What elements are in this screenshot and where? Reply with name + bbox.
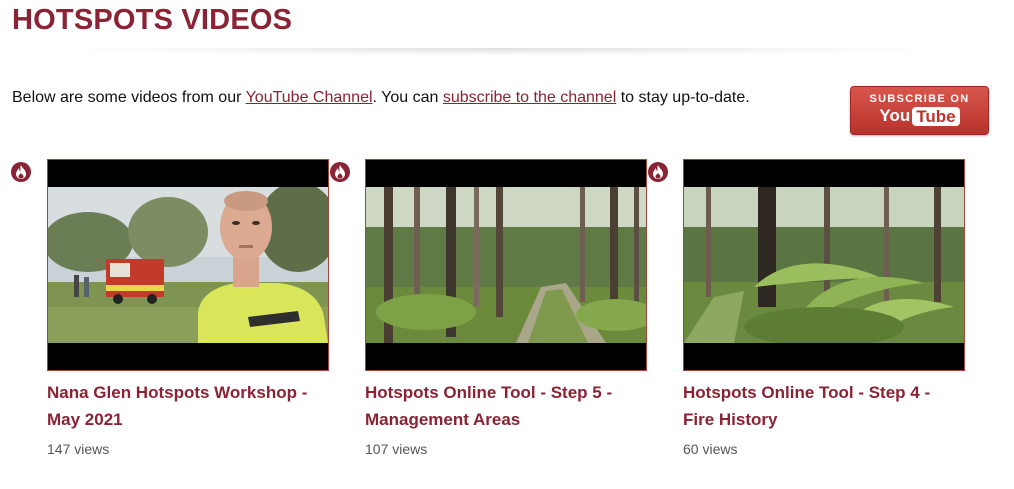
video-title[interactable]: Hotspots Online Tool - Step 5 - Manageme…	[365, 379, 647, 433]
intro-text-middle: . You can	[372, 89, 443, 106]
view-count: 107 views	[365, 441, 428, 457]
flame-icon	[11, 162, 31, 182]
flame-icon	[648, 162, 668, 182]
video-card: Nana Glen Hotspots Workshop - May 2021 1…	[47, 159, 329, 457]
youtube-logo: You Tube	[879, 106, 960, 126]
subscribe-button-label: SUBSCRIBE ON	[869, 93, 970, 105]
subscribe-on-youtube-button[interactable]: SUBSCRIBE ON You Tube	[850, 86, 989, 135]
intro-text-before: Below are some videos from our	[12, 89, 246, 106]
video-card: Hotspots Online Tool - Step 5 - Manageme…	[365, 159, 647, 457]
thumbnail-image	[684, 187, 964, 343]
youtube-channel-link[interactable]: YouTube Channel	[246, 89, 373, 106]
video-card: Hotspots Online Tool - Step 4 - Fire His…	[683, 159, 965, 457]
page-title: HOTSPOTS VIDEOS	[12, 4, 293, 36]
view-count: 60 views	[683, 441, 738, 457]
video-thumbnail[interactable]	[683, 159, 965, 371]
subscribe-link[interactable]: subscribe to the channel	[443, 89, 616, 106]
youtube-logo-tube: Tube	[912, 106, 960, 126]
view-count: 147 views	[47, 441, 110, 457]
video-title[interactable]: Nana Glen Hotspots Workshop - May 2021	[47, 379, 329, 433]
video-title[interactable]: Hotspots Online Tool - Step 4 - Fire His…	[683, 379, 965, 433]
thumbnail-image	[48, 187, 328, 343]
thumbnail-image	[366, 187, 646, 343]
video-thumbnail[interactable]	[365, 159, 647, 371]
youtube-logo-you: You	[879, 106, 911, 125]
intro-text-after: to stay up-to-date.	[616, 89, 750, 106]
intro-text: Below are some videos from our YouTube C…	[12, 88, 832, 108]
flame-icon	[330, 162, 350, 182]
video-thumbnail[interactable]	[47, 159, 329, 371]
title-divider	[60, 48, 940, 56]
